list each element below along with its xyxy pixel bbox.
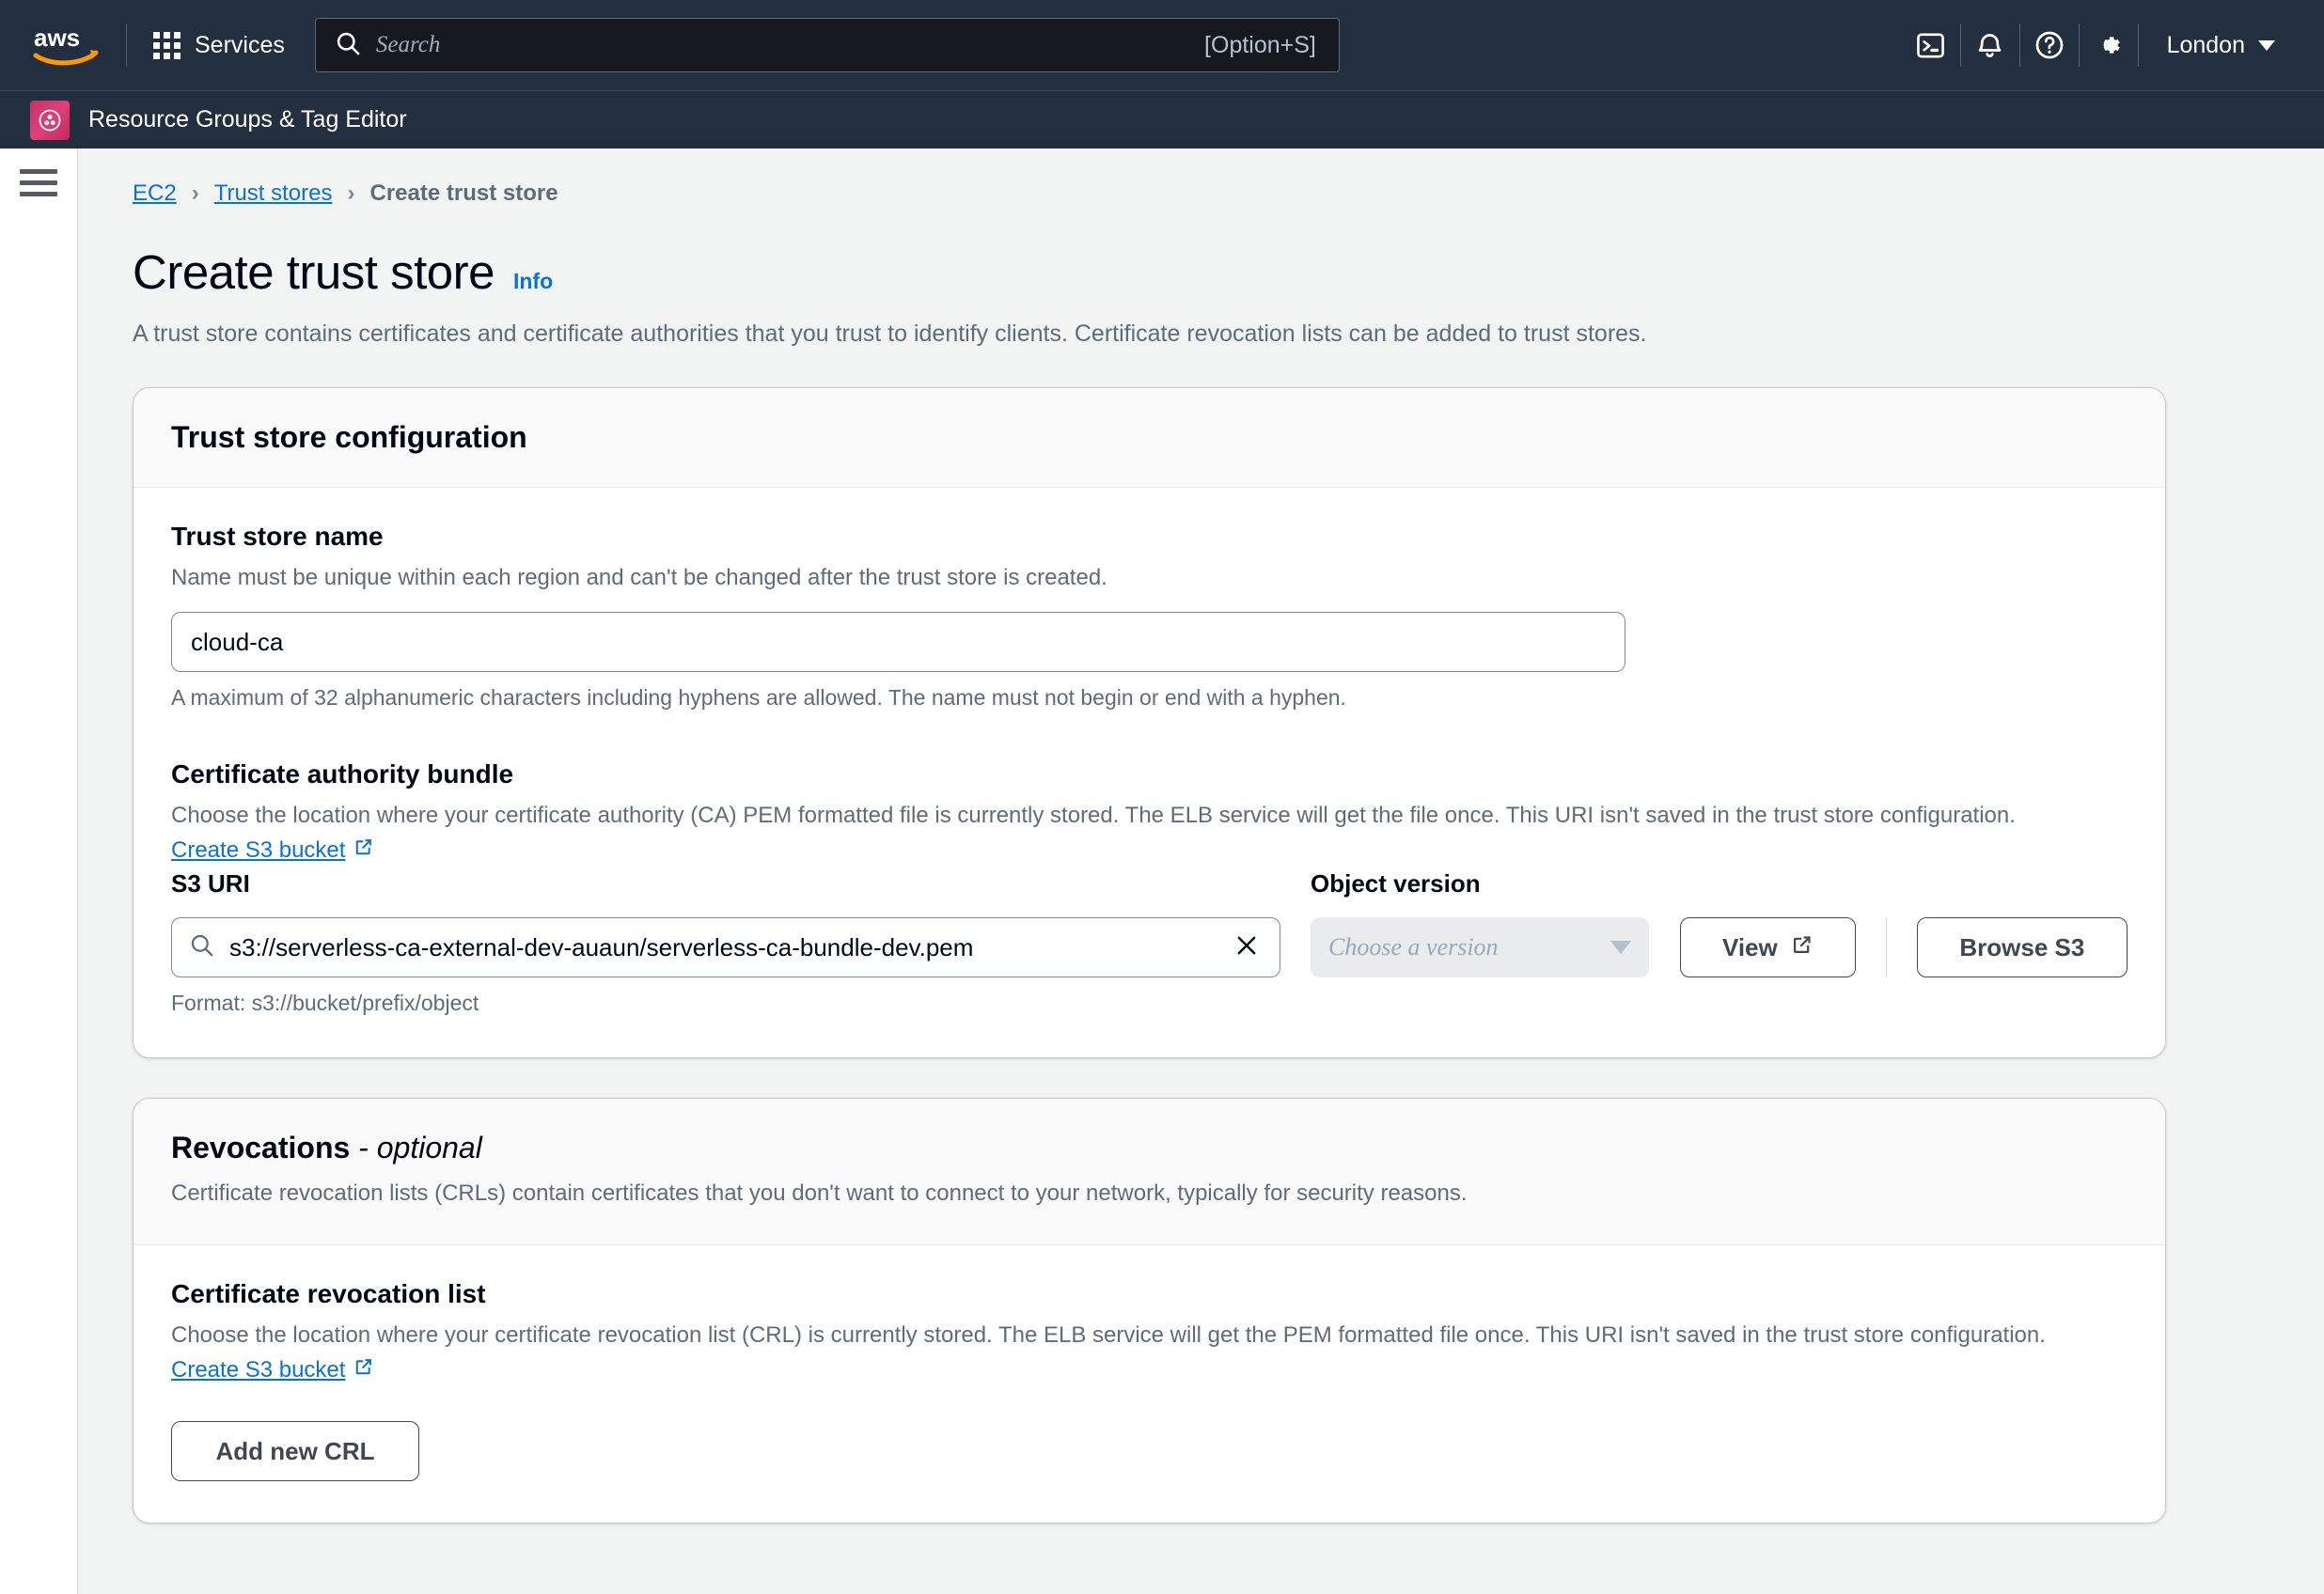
top-navigation-right: London bbox=[1902, 0, 2300, 90]
trust-store-name-hint: Name must be unique within each region a… bbox=[171, 565, 1107, 590]
region-selector[interactable]: London bbox=[2139, 32, 2300, 59]
main-content: EC2 › Trust stores › Create trust store … bbox=[78, 148, 2324, 1594]
left-rail bbox=[0, 148, 78, 1594]
crl-description: Choose the location where your certifica… bbox=[171, 1322, 2046, 1348]
region-label: London bbox=[2166, 31, 2245, 58]
grid-icon bbox=[153, 31, 181, 59]
chevron-down-icon bbox=[2258, 39, 2275, 51]
revocations-title-main: Revocations bbox=[171, 1131, 351, 1164]
card-header: Revocations - optional Certificate revoc… bbox=[133, 1099, 2165, 1245]
crl-label: Certificate revocation list bbox=[171, 1279, 486, 1308]
trust-store-name-value: cloud-ca bbox=[191, 627, 284, 656]
view-button[interactable]: View bbox=[1680, 917, 1856, 977]
clear-icon[interactable] bbox=[1229, 931, 1264, 964]
create-s3-bucket-link-crl[interactable]: Create S3 bucket bbox=[171, 1356, 374, 1383]
s3-uri-format-hint: Format: s3://bucket/prefix/object bbox=[171, 991, 479, 1015]
svg-text:aws: aws bbox=[34, 23, 80, 52]
card-body: Trust store name Name must be unique wit… bbox=[133, 488, 2165, 1057]
search-shortcut-hint: [Option+S] bbox=[1204, 31, 1316, 58]
view-button-label: View bbox=[1721, 932, 1778, 961]
trust-store-name-input[interactable]: cloud-ca bbox=[171, 612, 1625, 672]
card-header: Trust store configuration bbox=[133, 388, 2165, 488]
ca-bundle-label: Certificate authority bundle bbox=[171, 759, 514, 789]
page-container: EC2 › Trust stores › Create trust store … bbox=[0, 148, 2324, 1594]
nav-divider bbox=[126, 23, 127, 67]
trust-store-name-group: Trust store name Name must be unique wit… bbox=[171, 522, 2128, 711]
search-icon bbox=[335, 30, 361, 61]
s3-uri-row: S3 URI s3://serverless-ca-external-dev-a… bbox=[171, 869, 2128, 977]
info-link[interactable]: Info bbox=[513, 269, 553, 294]
resource-groups-icon bbox=[30, 100, 70, 140]
aws-logo[interactable]: aws bbox=[32, 22, 105, 69]
external-link-icon bbox=[353, 836, 374, 864]
trust-store-name-label: Trust store name bbox=[171, 522, 384, 551]
service-navigation-bar: Resource Groups & Tag Editor bbox=[0, 90, 2324, 148]
service-title[interactable]: Resource Groups & Tag Editor bbox=[88, 106, 407, 133]
page-header: Create trust store Info bbox=[133, 244, 2324, 300]
ca-bundle-group: Certificate authority bundle Choose the … bbox=[171, 759, 2128, 1016]
breadcrumb-item-trust-stores[interactable]: Trust stores bbox=[214, 180, 333, 207]
add-new-crl-label: Add new CRL bbox=[215, 1436, 375, 1465]
breadcrumb: EC2 › Trust stores › Create trust store bbox=[133, 180, 2324, 207]
revocations-title-optional: - optional bbox=[358, 1131, 482, 1164]
create-s3-bucket-link-ca[interactable]: Create S3 bucket bbox=[171, 836, 374, 864]
settings-icon[interactable] bbox=[2080, 0, 2138, 90]
s3-uri-column: S3 URI s3://serverless-ca-external-dev-a… bbox=[171, 869, 1280, 977]
breadcrumb-item-ec2[interactable]: EC2 bbox=[133, 180, 177, 207]
revocations-card: Revocations - optional Certificate revoc… bbox=[133, 1098, 2166, 1524]
bell-icon[interactable] bbox=[1961, 0, 2019, 90]
s3-uri-label: S3 URI bbox=[171, 869, 250, 898]
trust-store-configuration-card: Trust store configuration Trust store na… bbox=[133, 387, 2166, 1058]
create-s3-bucket-label-ca: Create S3 bucket bbox=[171, 836, 346, 863]
help-icon[interactable] bbox=[2020, 0, 2079, 90]
services-menu-button[interactable]: Services bbox=[148, 24, 290, 67]
global-search-box[interactable]: Search [Option+S] bbox=[314, 18, 1340, 72]
object-version-select[interactable]: Choose a version bbox=[1311, 917, 1649, 977]
card-body: Certificate revocation list Choose the l… bbox=[133, 1245, 2165, 1523]
search-icon bbox=[189, 932, 214, 962]
search-input[interactable]: Search bbox=[376, 32, 1204, 58]
page-title: Create trust store bbox=[133, 245, 495, 299]
s3-uri-value: s3://serverless-ca-external-dev-auaun/se… bbox=[229, 932, 974, 961]
add-new-crl-button[interactable]: Add new CRL bbox=[171, 1421, 419, 1481]
trust-store-name-constraint: A maximum of 32 alphanumeric characters … bbox=[171, 685, 1346, 710]
browse-s3-button[interactable]: Browse S3 bbox=[1916, 917, 2128, 977]
card-title: Trust store configuration bbox=[171, 420, 527, 454]
breadcrumb-separator: › bbox=[347, 180, 355, 206]
revocations-subtitle: Certificate revocation lists (CRLs) cont… bbox=[171, 1180, 1468, 1206]
create-s3-bucket-label-crl: Create S3 bucket bbox=[171, 1356, 346, 1383]
object-version-placeholder: Choose a version bbox=[1328, 933, 1499, 961]
s3-uri-input[interactable]: s3://serverless-ca-external-dev-auaun/se… bbox=[171, 917, 1280, 977]
button-divider bbox=[1885, 917, 1887, 977]
external-link-icon bbox=[353, 1356, 374, 1383]
breadcrumb-separator: › bbox=[191, 180, 199, 206]
browse-s3-button-label: Browse S3 bbox=[1959, 932, 2085, 961]
chevron-down-icon bbox=[1610, 941, 1631, 954]
ca-bundle-description: Choose the location where your certifica… bbox=[171, 803, 2016, 828]
external-link-icon bbox=[1791, 933, 1814, 962]
breadcrumb-item-current: Create trust store bbox=[369, 180, 558, 206]
object-version-label: Object version bbox=[1311, 869, 1481, 898]
object-version-column: Object version Choose a version bbox=[1311, 869, 1649, 977]
menu-toggle-icon[interactable] bbox=[20, 169, 57, 196]
services-label: Services bbox=[195, 31, 285, 58]
revocations-title: Revocations - optional bbox=[171, 1131, 2128, 1165]
cloudshell-icon[interactable] bbox=[1902, 0, 1960, 90]
page-description: A trust store contains certificates and … bbox=[133, 320, 1647, 347]
top-navigation-bar: aws Services Search [Option+S] London bbox=[0, 0, 2324, 90]
